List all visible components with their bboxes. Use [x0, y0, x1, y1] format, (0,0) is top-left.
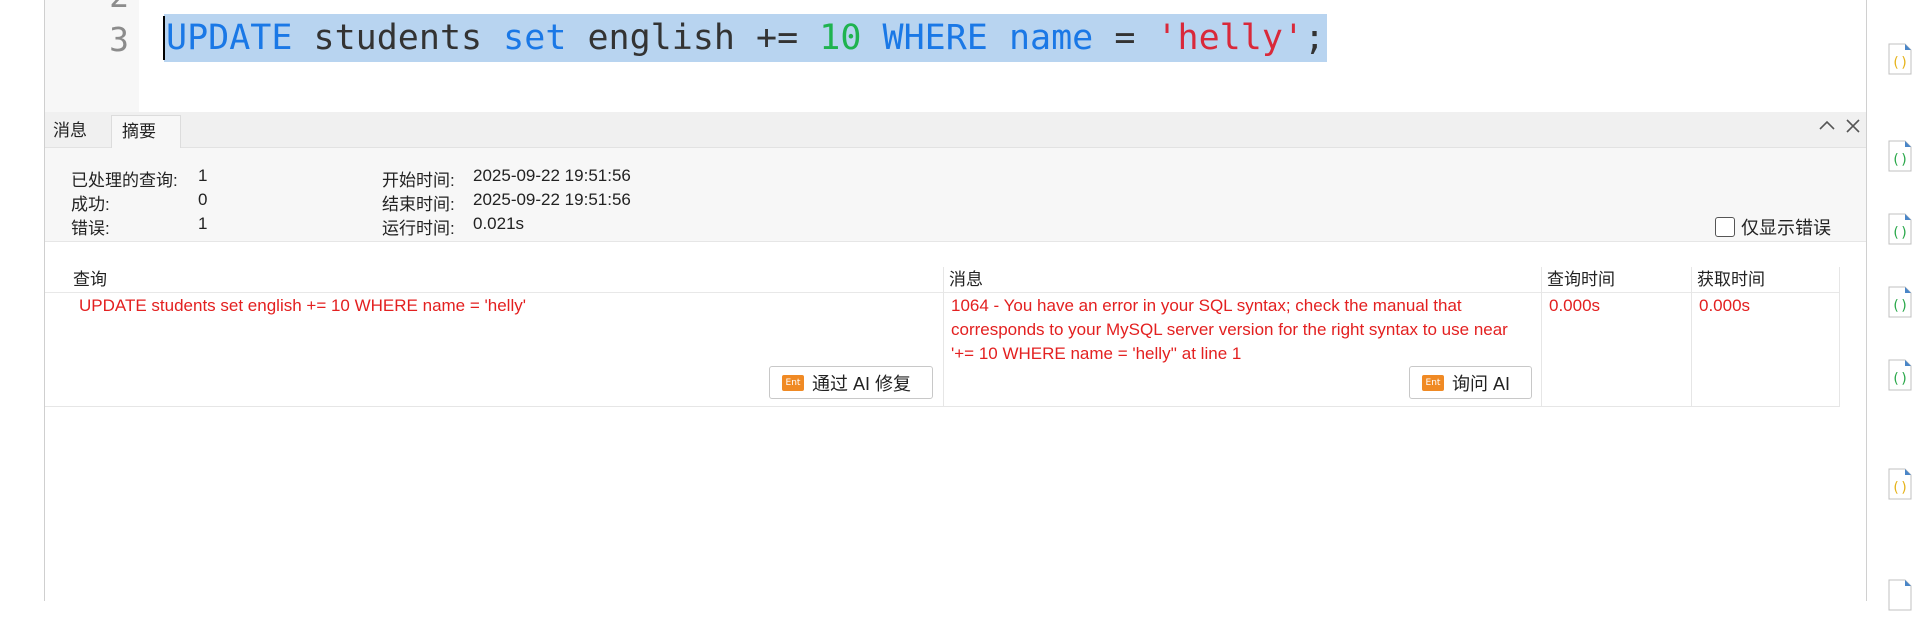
tab-summary[interactable]: 摘要 — [111, 115, 181, 148]
run-time-label: 运行时间: — [382, 219, 455, 238]
json-file-icon[interactable]: () — [1887, 467, 1913, 501]
success-label: 成功: — [71, 195, 110, 214]
close-icon[interactable] — [1843, 116, 1863, 142]
only-errors-toggle[interactable]: 仅显示错误 — [1715, 214, 1831, 240]
start-time-value: 2025-09-22 19:51:56 — [473, 166, 631, 185]
svg-text:(): () — [1892, 152, 1909, 168]
ent-badge-icon: Ent — [782, 374, 804, 391]
only-errors-label: 仅显示错误 — [1741, 218, 1831, 238]
column-divider — [943, 267, 944, 407]
ask-ai-button[interactable]: Ent 询问 AI — [1409, 366, 1532, 399]
sql-file-icon[interactable]: () — [1887, 285, 1913, 319]
column-header-message[interactable]: 消息 — [943, 267, 1541, 293]
right-sidebar: () () () () () () — [1866, 0, 1919, 611]
error-label: 错误: — [71, 219, 110, 238]
code-token-identifier: = — [1093, 18, 1157, 58]
code-token-keyword: WHERE — [882, 18, 988, 58]
fix-with-ai-label: 通过 AI 修复 — [812, 373, 912, 394]
sql-file-icon[interactable]: () — [1887, 358, 1913, 392]
processed-value: 1 — [198, 166, 208, 185]
sql-file-icon[interactable]: () — [1887, 212, 1913, 246]
svg-text:(): () — [1892, 480, 1909, 496]
svg-text:(): () — [1892, 225, 1909, 241]
fix-with-ai-button[interactable]: Ent 通过 AI 修复 — [769, 366, 933, 399]
sql-editor[interactable]: 2 3 UPDATE students set english += 10 WH… — [0, 0, 1866, 112]
code-token-keyword: UPDATE — [166, 18, 293, 58]
results-tabbar: 消息 摘要 — [45, 112, 1866, 148]
sql-file-icon[interactable] — [1887, 578, 1913, 612]
processed-label: 已处理的查询: — [71, 171, 178, 190]
code-token-string: 'helly' — [1156, 18, 1304, 58]
only-errors-checkbox[interactable] — [1715, 217, 1735, 237]
start-time-label: 开始时间: — [382, 171, 455, 190]
run-time-value: 0.021s — [473, 214, 525, 233]
code-line-selected[interactable]: UPDATE students set english += 10 WHERE … — [164, 14, 1328, 62]
line-number: 3 — [109, 20, 129, 59]
column-header-query-time[interactable]: 查询时间 — [1541, 267, 1691, 293]
code-token-identifier: += — [734, 18, 820, 58]
svg-text:(): () — [1892, 371, 1909, 387]
code-token-keyword: set — [503, 18, 567, 58]
tab-messages[interactable]: 消息 — [45, 115, 95, 147]
summary-section: 已处理的查询: 1 成功: 0 错误: 1 开始时间: 2025-09-22 1… — [45, 148, 1866, 242]
line-number-gutter: 2 3 — [45, 0, 139, 112]
code-token-keyword: name — [1008, 18, 1094, 58]
code-token-number: 10 — [819, 18, 862, 58]
code-token-identifier: ; — [1303, 18, 1326, 58]
end-time-value: 2025-09-22 19:51:56 — [473, 190, 631, 209]
sql-file-icon[interactable]: () — [1887, 139, 1913, 173]
success-value: 0 — [198, 190, 208, 209]
results-panel: 消息 摘要 已处理的查询: 1 成功: 0 错误: 1 开始时间: 2025-0… — [45, 112, 1866, 601]
message-cell[interactable]: 1064 - You have an error in your SQL syn… — [951, 294, 1533, 366]
svg-text:(): () — [1892, 55, 1909, 71]
fetch-time-cell[interactable]: 0.000s — [1699, 294, 1750, 318]
chevron-up-icon[interactable] — [1817, 116, 1837, 142]
query-time-cell[interactable]: 0.000s — [1549, 294, 1600, 318]
error-value: 1 — [198, 214, 208, 233]
column-divider — [1839, 267, 1840, 407]
query-cell[interactable]: UPDATE students set english += 10 WHERE … — [79, 294, 929, 318]
code-token-identifier: students — [313, 18, 483, 58]
results-table: 查询 消息 查询时间 获取时间 UPDATE students set engl… — [45, 267, 1840, 407]
text-caret — [163, 16, 165, 60]
column-divider — [1691, 267, 1692, 407]
line-number: 2 — [109, 0, 129, 15]
column-header-query[interactable]: 查询 — [45, 267, 943, 293]
json-file-icon[interactable]: () — [1887, 42, 1913, 76]
ent-badge-icon: Ent — [1422, 374, 1444, 391]
ask-ai-label: 询问 AI — [1452, 373, 1511, 394]
column-divider — [1541, 267, 1542, 407]
end-time-label: 结束时间: — [382, 195, 455, 214]
svg-text:(): () — [1892, 298, 1909, 314]
code-token-identifier: english — [587, 18, 735, 58]
row-divider — [45, 406, 1840, 407]
column-header-fetch-time[interactable]: 获取时间 — [1691, 267, 1840, 293]
